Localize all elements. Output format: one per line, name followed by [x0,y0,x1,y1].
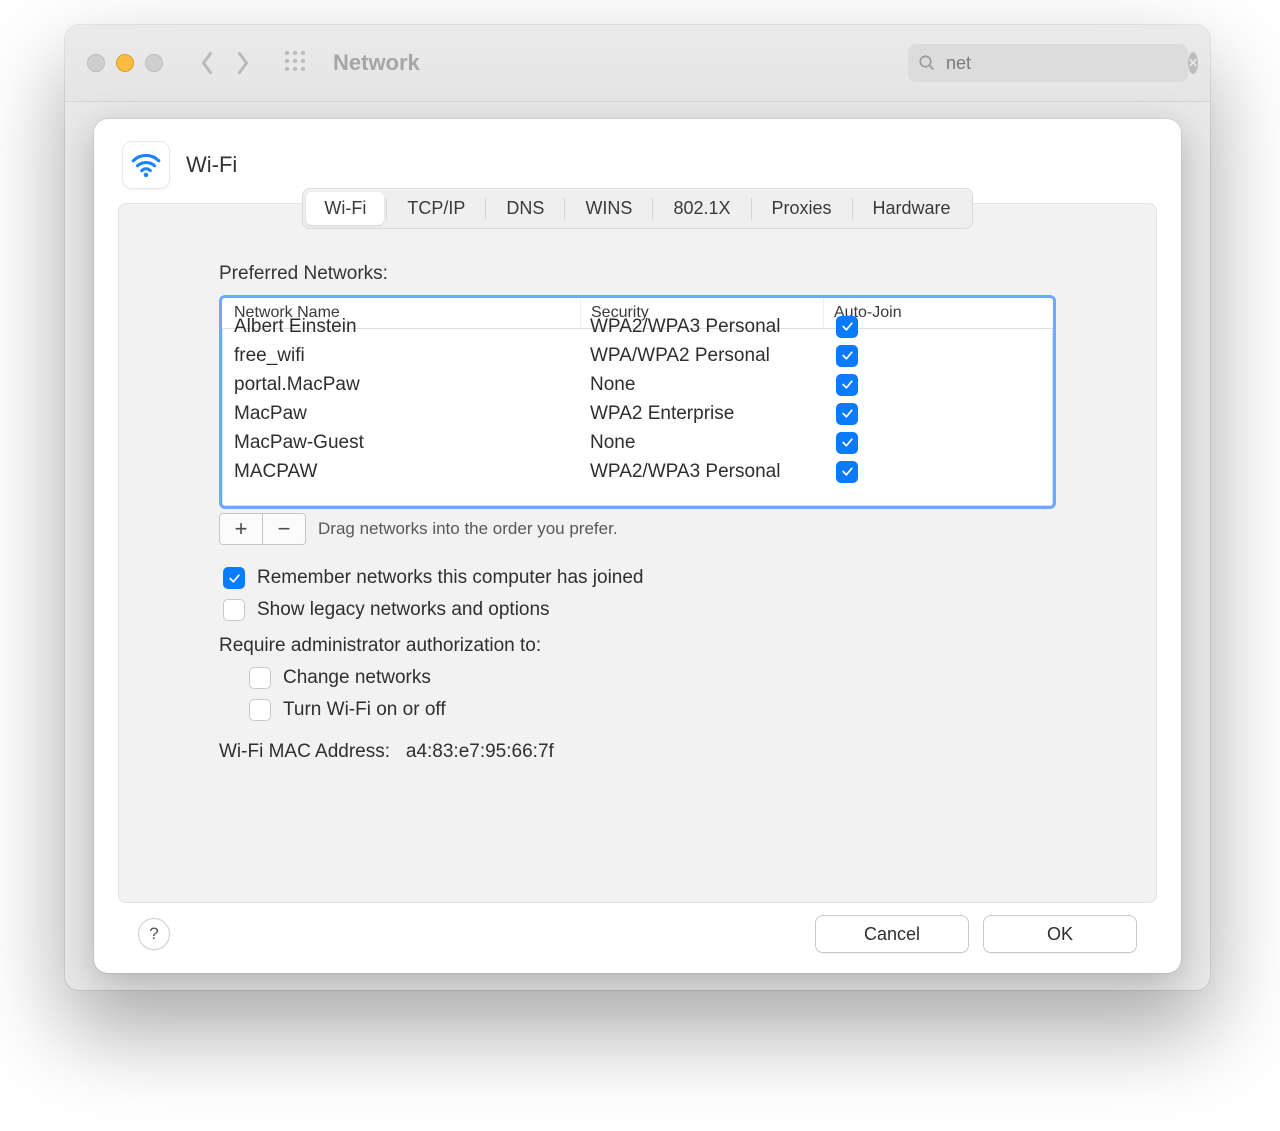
table-row[interactable]: Albert EinsteinWPA2/WPA3 Personal [222,312,1053,341]
table-row[interactable]: MACPAWWPA2/WPA3 Personal [222,457,1053,486]
nav-back-button[interactable] [191,47,223,79]
auto-join-checkbox[interactable] [836,403,858,425]
show-legacy-checkbox[interactable] [223,599,245,621]
preferred-networks-label: Preferred Networks: [219,263,1056,285]
table-row[interactable]: MacPawWPA2 Enterprise [222,399,1053,428]
remember-networks-label: Remember networks this computer has join… [257,567,644,589]
network-name: MacPaw [234,399,580,428]
tab-802-1x[interactable]: 802.1X [655,192,748,225]
network-security: WPA/WPA2 Personal [580,341,822,370]
nav-forward-button[interactable] [227,47,259,79]
network-security: WPA2/WPA3 Personal [580,312,822,341]
auto-join-checkbox[interactable] [836,345,858,367]
sheet-title: Wi-Fi [186,152,237,178]
zoom-window-button[interactable] [145,54,163,72]
auto-join-checkbox[interactable] [836,432,858,454]
remove-network-button[interactable]: − [263,514,305,544]
turn-wifi-label: Turn Wi-Fi on or off [283,699,446,721]
network-name: Albert Einstein [234,312,580,341]
mac-address-row: Wi-Fi MAC Address: a4:83:e7:95:66:7f [219,741,1056,763]
network-security: None [580,428,822,457]
minimize-window-button[interactable] [116,54,134,72]
clear-search-button[interactable] [1188,52,1198,74]
search-icon [918,54,936,72]
auto-join-checkbox[interactable] [836,461,858,483]
add-network-button[interactable]: + [220,514,263,544]
wifi-icon [122,141,170,189]
turn-wifi-checkbox[interactable] [249,699,271,721]
change-networks-label: Change networks [283,667,431,689]
auto-join-checkbox[interactable] [836,316,858,338]
wifi-settings-sheet: Wi-Fi Wi-FiTCP/IPDNSWINS802.1XProxiesHar… [94,119,1181,973]
tabs-bar: Wi-FiTCP/IPDNSWINS802.1XProxiesHardware [302,188,972,229]
network-security: WPA2 Enterprise [580,399,822,428]
mac-address-label: Wi-Fi MAC Address: [219,741,390,762]
content-panel: Wi-FiTCP/IPDNSWINS802.1XProxiesHardware … [118,203,1157,903]
network-name: MacPaw-Guest [234,428,580,457]
tab-dns[interactable]: DNS [488,192,562,225]
toolbar-search[interactable] [908,44,1188,82]
auto-join-checkbox[interactable] [836,374,858,396]
network-name: portal.MacPaw [234,370,580,399]
show-all-icon[interactable] [283,49,311,77]
network-security: None [580,370,822,399]
remember-networks-checkbox[interactable] [223,567,245,589]
tab-hardware[interactable]: Hardware [855,192,969,225]
cancel-button[interactable]: Cancel [815,915,969,953]
traffic-lights [87,54,163,72]
mac-address-value: a4:83:e7:95:66:7f [406,741,554,762]
window-toolbar: Network [65,25,1210,102]
tab-proxies[interactable]: Proxies [754,192,850,225]
change-networks-checkbox[interactable] [249,667,271,689]
prefs-window: Network [65,25,1210,990]
tab-wi-fi[interactable]: Wi-Fi [306,192,384,225]
require-auth-label: Require administrator authorization to: [219,635,1056,657]
close-window-button[interactable] [87,54,105,72]
ok-button[interactable]: OK [983,915,1137,953]
preferred-networks-table[interactable]: Network Name Security Auto-Join Albert E… [219,295,1056,509]
search-input[interactable] [944,52,1180,75]
table-row[interactable]: MacPaw-GuestNone [222,428,1053,457]
add-remove-group: + − [219,513,306,545]
network-name: MACPAW [234,457,580,486]
tab-wins[interactable]: WINS [567,192,650,225]
drag-hint: Drag networks into the order you prefer. [318,519,618,539]
network-name: free_wifi [234,341,580,370]
table-row[interactable]: portal.MacPawNone [222,370,1053,399]
help-button[interactable]: ? [138,918,170,950]
table-row[interactable]: free_wifiWPA/WPA2 Personal [222,341,1053,370]
network-security: WPA2/WPA3 Personal [580,457,822,486]
tab-tcp-ip[interactable]: TCP/IP [389,192,483,225]
window-title: Network [333,50,420,76]
show-legacy-label: Show legacy networks and options [257,599,550,621]
